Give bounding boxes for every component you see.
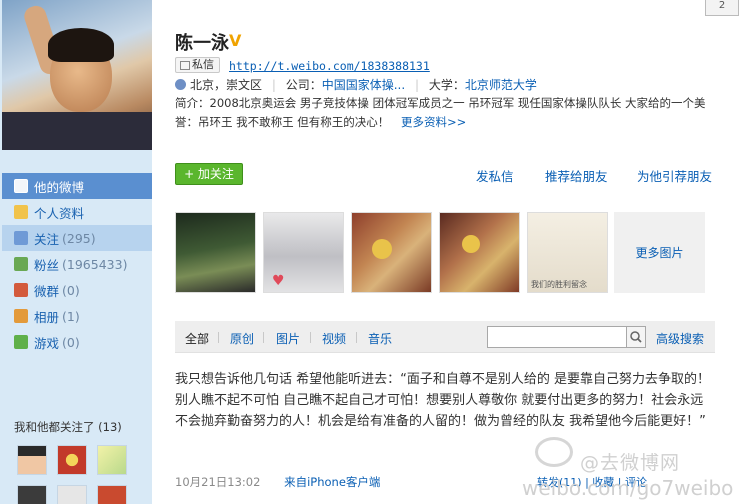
profile-name: 陈一泳 xyxy=(175,33,229,54)
advanced-search-link[interactable]: 高级搜索 xyxy=(656,330,704,347)
game-icon xyxy=(14,335,28,349)
location: 北京，崇文区 xyxy=(190,78,263,92)
divider xyxy=(263,332,264,343)
tab-all[interactable]: 全部 xyxy=(185,330,209,347)
fans-icon xyxy=(14,257,28,271)
mutual-avatar[interactable] xyxy=(57,485,87,504)
feed-filter-bar: 全部 原创 图片 视频 音乐 高级搜索 xyxy=(175,321,715,353)
mutual-avatar[interactable] xyxy=(57,445,87,475)
school-link[interactable]: 北京师范大学 xyxy=(465,78,537,92)
photo-thumbnail[interactable]: ♥ xyxy=(263,212,344,293)
mutual-avatar[interactable] xyxy=(97,445,127,475)
nav-label: 他的微博 xyxy=(34,179,85,195)
company-link[interactable]: 中国国家体操... xyxy=(322,78,405,92)
watermark-handle: @去微博网 xyxy=(580,452,681,474)
nav-label: 个人资料 xyxy=(34,205,85,221)
sidebar-item-profile[interactable]: 个人资料 xyxy=(2,199,152,225)
search-icon xyxy=(630,331,642,343)
photo-caption: 我们的胜利留念 xyxy=(531,280,587,289)
avatar-shirt xyxy=(2,112,152,150)
sidebar-item-weibo[interactable]: 他的微博 xyxy=(2,173,152,199)
post-time[interactable]: 10月21日13:02 xyxy=(175,475,260,489)
album-icon xyxy=(14,309,28,323)
mutual-count: (13) xyxy=(98,420,122,434)
mutual-avatar[interactable] xyxy=(17,445,47,475)
medal-icon xyxy=(462,235,480,253)
profile-info-line: 北京，崇文区 | 公司：中国国家体操... | 大学：北京师范大学 xyxy=(175,76,537,93)
sidebar-item-groups[interactable]: 微群 (0) xyxy=(2,277,152,303)
nav-label: 游戏 xyxy=(34,335,60,351)
post-source[interactable]: 来自iPhone客户端 xyxy=(284,475,380,489)
weibo-logo-icon xyxy=(535,437,573,467)
introduce-friends-link[interactable]: 为他引荐朋友 xyxy=(637,166,712,185)
school-label: 大学： xyxy=(428,78,465,92)
tab-video[interactable]: 视频 xyxy=(322,330,346,347)
mutual-avatar[interactable] xyxy=(97,485,127,504)
nav-count: (1965433) xyxy=(62,256,128,272)
profile-url-link[interactable]: http://t.weibo.com/1838388131 xyxy=(229,59,430,73)
sidebar-item-album[interactable]: 相册 (1) xyxy=(2,303,152,329)
photo-thumbnail[interactable]: 我们的胜利留念 xyxy=(527,212,608,293)
divider: | xyxy=(271,78,276,92)
profile-card-icon xyxy=(14,205,28,219)
heart-icon: ♥ xyxy=(272,273,285,289)
post-text: 我只想告诉他几句话 希望他能听进去：“面子和自尊不是别人给的 是要靠自己努力去争… xyxy=(175,372,711,429)
group-icon xyxy=(14,283,28,297)
tab-music[interactable]: 音乐 xyxy=(368,330,392,347)
home-icon xyxy=(14,179,28,193)
avatar[interactable] xyxy=(2,0,152,150)
sidebar-item-fans[interactable]: 粉丝 (1965433) xyxy=(2,251,152,277)
nav-count: (0) xyxy=(62,282,80,298)
nav-label: 相册 xyxy=(34,309,60,325)
recommend-to-friends-link[interactable]: 推荐给朋友 xyxy=(545,166,608,185)
photo-thumbnail[interactable] xyxy=(439,212,520,293)
mutual-label: 我和他都关注了 xyxy=(14,420,95,434)
divider xyxy=(218,332,219,343)
users-icon xyxy=(14,231,28,245)
follow-button[interactable]: + 加关注 xyxy=(175,163,243,185)
nav-count: (295) xyxy=(62,230,96,246)
post-meta: 10月21日13:02 来自iPhone客户端 xyxy=(175,474,380,490)
divider: | xyxy=(415,78,420,92)
mutual-avatar[interactable] xyxy=(17,485,47,504)
sidebar-item-following[interactable]: 关注 (295) xyxy=(2,225,152,251)
medal-icon xyxy=(372,239,392,259)
profile-bio: 简介：2008北京奥运会 男子竞技体操 团体冠军成员之一 吊环冠军 现任国家体操… xyxy=(175,94,715,132)
feed-search-input[interactable] xyxy=(487,326,627,348)
send-message-link[interactable]: 发私信 xyxy=(476,166,514,185)
sidebar-item-games[interactable]: 游戏 (0) xyxy=(2,329,152,355)
tab-original[interactable]: 原创 xyxy=(230,330,254,347)
mutual-follow-title: 我和他都关注了 (13) xyxy=(14,419,122,435)
divider xyxy=(310,332,311,343)
divider xyxy=(356,332,357,343)
nav-label: 微群 xyxy=(34,283,60,299)
user-icon xyxy=(175,79,186,90)
sidebar-nav: 他的微博 个人资料 关注 (295) 粉丝 (1965433) 微群 (0) 相… xyxy=(2,173,152,355)
private-message-button[interactable]: 私信 xyxy=(175,57,220,73)
more-photos-link[interactable]: 更多图片 xyxy=(614,212,705,293)
verified-v-icon: V xyxy=(229,31,242,50)
nav-count: (0) xyxy=(62,334,80,350)
watermark-url: weibo.com/go7weibo xyxy=(522,476,734,500)
left-sidebar: 他的微博 个人资料 关注 (295) 粉丝 (1965433) 微群 (0) 相… xyxy=(0,0,152,504)
company-label: 公司： xyxy=(285,78,322,92)
nav-label: 关注 xyxy=(34,231,60,247)
corner-tab[interactable]: 2 xyxy=(705,0,739,16)
more-info-link[interactable]: 更多资料>> xyxy=(401,115,466,129)
photo-thumbnail[interactable] xyxy=(351,212,432,293)
nav-label: 粉丝 xyxy=(34,257,60,273)
avatar-hair xyxy=(48,28,114,62)
tab-pictures[interactable]: 图片 xyxy=(276,330,300,347)
nav-count: (1) xyxy=(62,308,80,324)
search-button[interactable] xyxy=(626,326,646,348)
photo-thumbnail[interactable] xyxy=(175,212,256,293)
